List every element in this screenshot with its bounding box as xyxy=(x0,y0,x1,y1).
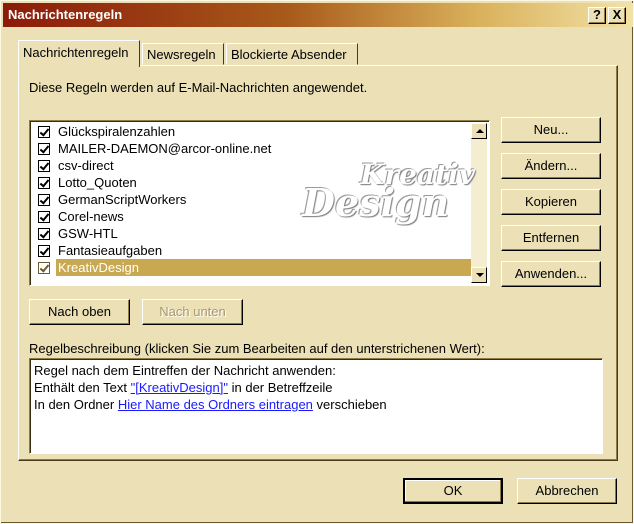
rules-rows: Glückspiralenzahlen MAILER-DAEMON@arcor-o… xyxy=(32,123,472,276)
arrow-up-icon xyxy=(476,129,484,133)
rule-row[interactable]: KreativDesign xyxy=(32,259,472,276)
description-line2: Enthält den Text "[KreativDesign]" in de… xyxy=(34,379,598,396)
rule-checkbox[interactable] xyxy=(38,211,50,223)
title-bar[interactable]: Nachrichtenregeln ? X xyxy=(3,3,633,27)
ok-button[interactable]: OK xyxy=(403,478,503,504)
tab-blocked-senders[interactable]: Blockierte Absender xyxy=(226,43,358,65)
rule-row[interactable]: Glückspiralenzahlen xyxy=(32,123,472,140)
rules-scrollbar[interactable] xyxy=(471,123,487,283)
scroll-down-button[interactable] xyxy=(471,267,487,283)
move-up-button[interactable]: Nach oben xyxy=(29,299,130,325)
copy-rule-button[interactable]: Kopieren xyxy=(501,189,601,215)
help-button[interactable]: ? xyxy=(588,7,606,24)
rule-checkbox[interactable] xyxy=(38,245,50,257)
scroll-up-button[interactable] xyxy=(471,123,487,139)
rule-row[interactable]: Corel-news xyxy=(32,208,472,225)
apply-rule-button[interactable]: Anwenden... xyxy=(501,261,601,287)
rule-checkbox[interactable] xyxy=(38,143,50,155)
rule-row[interactable]: GermanScriptWorkers xyxy=(32,191,472,208)
cancel-button[interactable]: Abbrechen xyxy=(517,478,617,504)
rule-description-label: Regelbeschreibung (klicken Sie zum Bearb… xyxy=(29,341,485,356)
description-line3: In den Ordner Hier Name des Ordners eint… xyxy=(34,396,598,413)
rule-row[interactable]: MAILER-DAEMON@arcor-online.net xyxy=(32,140,472,157)
rule-label: csv-direct xyxy=(58,158,114,173)
description-line3-suffix: verschieben xyxy=(312,397,387,412)
description-line1: Regel nach dem Eintreffen der Nachricht … xyxy=(34,363,336,378)
subject-text-link[interactable]: "[KreativDesign]" xyxy=(131,380,228,395)
rules-list[interactable]: Glückspiralenzahlen MAILER-DAEMON@arcor-o… xyxy=(29,120,490,286)
rule-row[interactable]: csv-direct xyxy=(32,157,472,174)
close-button[interactable]: X xyxy=(608,7,626,24)
rule-description-box: Regel nach dem Eintreffen der Nachricht … xyxy=(29,358,603,454)
rule-label: Corel-news xyxy=(58,209,124,224)
rule-label: Lotto_Quoten xyxy=(58,175,137,190)
rule-row[interactable]: GSW-HTL xyxy=(32,225,472,242)
tab-message-rules[interactable]: Nachrichtenregeln xyxy=(18,40,140,67)
rule-checkbox[interactable] xyxy=(38,228,50,240)
new-rule-button[interactable]: Neu... xyxy=(501,117,601,143)
rule-label: Glückspiralenzahlen xyxy=(58,124,176,139)
rule-checkbox[interactable] xyxy=(38,262,50,274)
remove-rule-button[interactable]: Entfernen xyxy=(501,225,601,251)
rule-checkbox[interactable] xyxy=(38,160,50,172)
rule-row[interactable]: Lotto_Quoten xyxy=(32,174,472,191)
description-line2-suffix: in der Betreffzeile xyxy=(228,380,333,395)
rule-label: GermanScriptWorkers xyxy=(58,192,187,207)
rule-label: Fantasieaufgaben xyxy=(58,243,163,258)
move-down-button[interactable]: Nach unten xyxy=(142,299,243,325)
rule-label: GSW-HTL xyxy=(58,226,118,241)
rule-checkbox[interactable] xyxy=(38,126,50,138)
rule-row[interactable]: Fantasieaufgaben xyxy=(32,242,472,259)
rule-label: MAILER-DAEMON@arcor-online.net xyxy=(58,141,272,156)
rule-checkbox[interactable] xyxy=(38,194,50,206)
window-title: Nachrichtenregeln xyxy=(8,7,123,22)
arrow-down-icon xyxy=(476,273,484,277)
intro-text: Diese Regeln werden auf E-Mail-Nachricht… xyxy=(29,80,368,95)
edit-rule-button[interactable]: Ändern... xyxy=(501,153,601,179)
tab-news-rules[interactable]: Newsregeln xyxy=(142,43,224,65)
rule-label: KreativDesign xyxy=(56,259,472,276)
folder-name-link[interactable]: Hier Name des Ordners eintragen xyxy=(118,397,313,412)
description-line3-prefix: In den Ordner xyxy=(34,397,118,412)
rule-checkbox[interactable] xyxy=(38,177,50,189)
description-line2-prefix: Enthält den Text xyxy=(34,380,131,395)
